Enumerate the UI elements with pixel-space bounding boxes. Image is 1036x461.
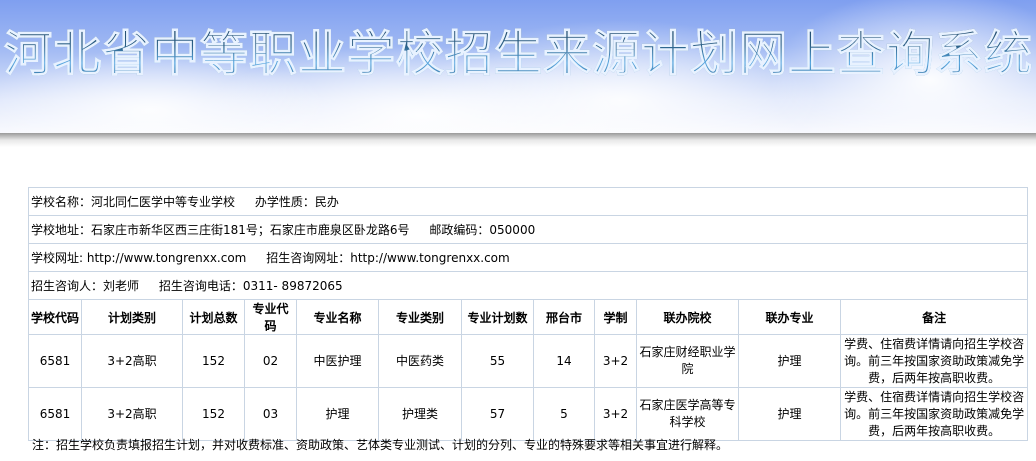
- column-header: 联办院校: [636, 299, 739, 335]
- table-cell: 石家庄财经职业学院: [636, 334, 739, 388]
- table-cell: 02: [244, 334, 297, 388]
- header-banner: 河北省中等职业学校招生来源计划网上查询系统: [0, 0, 1036, 133]
- table-cell: 6581: [28, 387, 82, 441]
- table-cell: 152: [182, 387, 245, 441]
- table-cell: 石家庄医学高等专科学校: [636, 387, 739, 441]
- table-row: 6581 3+2高职 152 03 护理 护理类 57 5 3+2 石家庄医学高…: [28, 387, 1029, 441]
- table-cell: 152: [182, 334, 245, 388]
- website-link[interactable]: http://www.tongrenxx.com: [87, 251, 247, 265]
- phone-label: 招生咨询电话：: [158, 279, 243, 293]
- address-label: 学校地址：: [31, 223, 92, 237]
- address: 石家庄市新华区西三庄街181号；石家庄市鹿泉区卧龙路6号: [91, 223, 410, 237]
- column-header: 专业代码: [244, 299, 297, 335]
- table-cell: 14: [533, 334, 595, 388]
- school-contact-row: 招生咨询人：刘老师 招生咨询电话：0311- 89872065: [27, 271, 1029, 300]
- column-header: 计划类别: [81, 299, 183, 335]
- banner-shadow: [0, 133, 1036, 147]
- table-cell: 中医药类: [378, 334, 462, 388]
- table-cell: 护理: [296, 387, 379, 441]
- table-cell: 5: [533, 387, 595, 441]
- site-title: 河北省中等职业学校招生来源计划网上查询系统: [3, 14, 1033, 84]
- admission-site-label: 招生咨询网址：: [266, 251, 351, 265]
- table-cell: 3+2高职: [81, 387, 183, 441]
- column-header: 计划总数: [182, 299, 245, 335]
- column-header: 邢台市: [533, 299, 595, 335]
- postcode: 050000: [489, 223, 536, 237]
- table-row: 6581 3+2高职 152 02 中医护理 中医药类 55 14 3+2 石家…: [28, 334, 1029, 388]
- table-cell: 学费、住宿费详情请向招生学校咨询。前三年按国家资助政策减免学费，后两年按高职收费…: [839, 334, 1029, 388]
- table-cell: 03: [244, 387, 297, 441]
- table-cell: 3+2高职: [81, 334, 183, 388]
- table-cell: 中医护理: [296, 334, 379, 388]
- admission-site-link[interactable]: http://www.tongrenxx.com: [350, 251, 510, 265]
- column-header: 专业名称: [296, 299, 379, 335]
- table-cell: 护理: [738, 334, 841, 388]
- column-header: 学校代码: [28, 299, 82, 335]
- school-nature-label: 办学性质：: [254, 195, 315, 209]
- table-cell: 55: [461, 334, 534, 388]
- footnote: 注：招生学校负责填报招生计划，并对收费标准、资助政策、艺体类专业测试、计划的分列…: [32, 438, 729, 452]
- table-cell: 学费、住宿费详情请向招生学校咨询。前三年按国家资助政策减免学费，后两年按高职收费…: [839, 387, 1029, 441]
- school-website-row: 学校网址: http://www.tongrenxx.com 招生咨询网址：ht…: [27, 243, 1029, 272]
- table-cell: 3+2: [594, 387, 637, 441]
- table-cell: 57: [461, 387, 534, 441]
- contact-label: 招生咨询人：: [31, 279, 104, 293]
- table-cell: 护理: [738, 387, 841, 441]
- table-cell: 3+2: [594, 334, 637, 388]
- school-name: 河北同仁医学中等专业学校: [91, 195, 236, 209]
- school-address-row: 学校地址：石家庄市新华区西三庄街181号；石家庄市鹿泉区卧龙路6号 邮政编码：0…: [27, 215, 1029, 244]
- column-header: 备注: [839, 299, 1029, 335]
- phone: 0311- 89872065: [242, 279, 343, 293]
- school-name-label: 学校名称：: [31, 195, 92, 209]
- school-name-row: 学校名称：河北同仁医学中等专业学校 办学性质：民办: [27, 187, 1029, 216]
- postcode-label: 邮政编码：: [429, 223, 490, 237]
- column-header: 专业计划数: [461, 299, 534, 335]
- column-header: 学制: [594, 299, 637, 335]
- table-cell: 6581: [28, 334, 82, 388]
- column-header: 联办专业: [738, 299, 841, 335]
- table-header-row: 学校代码 计划类别 计划总数 专业代码 专业名称 专业类别 专业计划数 邢台市 …: [28, 299, 1029, 335]
- school-nature: 民办: [314, 195, 339, 209]
- contact: 刘老师: [103, 279, 140, 293]
- school-plan-table: 学校名称：河北同仁医学中等专业学校 办学性质：民办 学校地址：石家庄市新华区西三…: [27, 187, 1029, 441]
- website-label: 学校网址:: [31, 251, 84, 265]
- column-header: 专业类别: [378, 299, 462, 335]
- table-cell: 护理类: [378, 387, 462, 441]
